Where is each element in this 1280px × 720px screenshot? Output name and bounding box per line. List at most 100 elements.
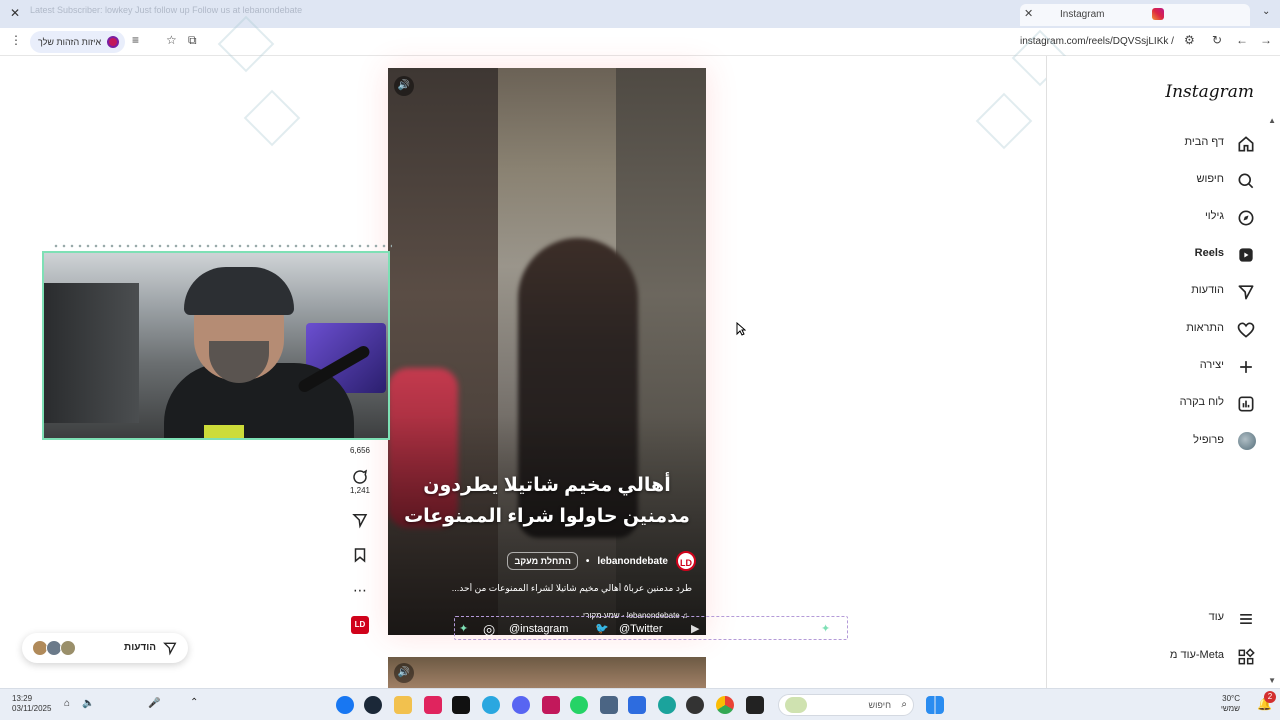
facebook-icon[interactable]	[336, 696, 354, 714]
sidebar-item-label: דף הבית	[1184, 136, 1224, 148]
network-icon[interactable]: ⌂	[64, 698, 70, 709]
sidebar-item-label: התראות	[1186, 322, 1224, 334]
plus-icon	[1240, 361, 1252, 373]
streamer-cap	[184, 267, 294, 315]
browser-tab-bar: ✕ Latest Subscriber: lowkey Just follow …	[0, 0, 1280, 28]
sidebar-item-label: יצירה	[1199, 359, 1224, 371]
forward-icon[interactable]: →	[1260, 33, 1272, 47]
extensions-icon[interactable]: ≡	[132, 33, 139, 47]
sidebar-item-dashboard[interactable]: לוח בקרה	[1066, 392, 1256, 416]
chevron-down-icon[interactable]: ⌄	[1262, 6, 1270, 17]
identity-label: איזות הזהות שלך	[38, 37, 102, 47]
tiktok-icon[interactable]	[452, 696, 470, 714]
chrome-icon[interactable]	[716, 696, 734, 714]
save-button[interactable]	[348, 546, 372, 564]
more-vert-icon[interactable]: ⋮	[10, 33, 22, 47]
send-icon	[352, 514, 368, 529]
install-app-icon[interactable]: ⧉	[188, 33, 197, 48]
sidebar-item-label: עוד מ-Meta	[1169, 649, 1224, 661]
close-window-icon[interactable]: ✕	[10, 6, 20, 20]
notification-count: 2	[1264, 691, 1276, 703]
instagram-favicon-icon	[1152, 8, 1164, 20]
app-icon[interactable]	[542, 696, 560, 714]
identity-pill[interactable]: איזות הזהות שלך	[30, 31, 126, 53]
windows-start-icon[interactable]	[926, 696, 944, 714]
close-tab-icon[interactable]: ✕	[1024, 7, 1033, 20]
streamer-webcam	[42, 251, 390, 440]
bookmark-icon	[354, 548, 366, 563]
weather-widget[interactable]: 30°C שמשי	[1221, 694, 1240, 714]
file-explorer-icon[interactable]	[394, 696, 412, 714]
follow-button[interactable]: התחלת מעקב	[507, 552, 578, 570]
reel-description[interactable]: طرد مدمنين عربا٥ أهالي مخيم شاتيلا لشراء…	[402, 583, 692, 594]
volume-icon[interactable]: 🔈	[82, 698, 94, 709]
taskbar-search[interactable]: חיפוש ⌕	[778, 694, 914, 716]
search-icon	[1238, 173, 1254, 189]
send-icon	[163, 642, 177, 656]
reel-author-row: LD lebanondebate • התחלת מעקב	[507, 550, 696, 572]
author-avatar[interactable]: LD	[676, 551, 696, 571]
sidebar-item-label: גילוי	[1204, 210, 1224, 222]
search-icon: ⌕	[901, 699, 907, 710]
overlay-dots-decoration	[52, 244, 392, 248]
sparkle-icon: ✦	[821, 623, 831, 635]
discord-icon[interactable]	[512, 696, 530, 714]
app-icon[interactable]	[686, 696, 704, 714]
sidebar-item-more[interactable]: עוד	[1066, 607, 1256, 631]
calculator-icon[interactable]	[600, 696, 618, 714]
taskbar-search-label: חיפוש	[868, 700, 891, 710]
sidebar-item-search[interactable]: חיפוש	[1066, 169, 1256, 193]
microphone-icon[interactable]: 🎤	[148, 698, 160, 709]
sidebar-item-label: פרופיל	[1193, 434, 1224, 446]
clock-time: 13:29	[12, 694, 33, 703]
video-caption: أهالي مخيم شاتيلا يطردون مدمنين حاولوا ش…	[398, 470, 696, 532]
sidebar-item-explore[interactable]: גילוי	[1066, 206, 1256, 230]
star-icon[interactable]: ☆	[166, 33, 177, 47]
mute-toggle-icon[interactable]: 🔊	[394, 76, 414, 96]
author-username[interactable]: lebanondebate	[597, 556, 668, 567]
clock-date: 03/11/2025	[12, 704, 52, 713]
tiktok-red-icon[interactable]	[424, 696, 442, 714]
instagram-logo[interactable]: Instagram	[1165, 82, 1254, 102]
sidebar-item-profile[interactable]: פרופיל	[1066, 430, 1256, 454]
tab-instagram[interactable]: ✕ Instagram	[1020, 4, 1250, 26]
comment-button[interactable]: 1,241	[348, 468, 372, 495]
system-clock[interactable]: 13:29 03/11/2025	[12, 694, 51, 714]
messages-pill[interactable]: הודעות	[22, 633, 188, 663]
heart-icon	[1237, 322, 1255, 338]
more-options-button[interactable]: ⋯	[348, 582, 372, 599]
sidebar-item-messages[interactable]: הודעות	[1066, 280, 1256, 304]
app-icon[interactable]	[746, 696, 764, 714]
overlay-diamond-decoration	[975, 92, 1033, 150]
whatsapp-icon[interactable]	[570, 696, 588, 714]
audio-source-badge[interactable]: LD	[351, 616, 369, 634]
scroll-up-arrow-icon[interactable]: ▲	[1268, 116, 1276, 125]
sidebar-item-label: עוד	[1208, 611, 1224, 623]
reload-icon[interactable]: ↻	[1212, 33, 1222, 47]
profile-dot-icon	[107, 36, 120, 48]
mute-toggle-icon[interactable]: 🔊	[394, 663, 414, 683]
scroll-down-arrow-icon[interactable]: ▼	[1268, 676, 1276, 685]
steam-icon[interactable]	[364, 696, 382, 714]
sidebar-item-create[interactable]: יצירה	[1066, 355, 1256, 379]
sidebar-item-reels[interactable]: Reels	[1066, 243, 1256, 267]
sidebar-item-notifications[interactable]: התראות	[1066, 318, 1256, 342]
sparkle-icon: ✦	[459, 623, 469, 635]
tray-chevron-icon[interactable]: ⌃	[190, 697, 198, 708]
edge-icon[interactable]	[658, 696, 676, 714]
app-icon[interactable]	[482, 696, 500, 714]
back-icon[interactable]: ←	[1236, 33, 1248, 47]
sidebar-item-meta[interactable]: עוד מ-Meta	[1066, 645, 1256, 669]
shirt-logo	[204, 425, 244, 438]
message-avatars	[32, 640, 82, 656]
windows-taskbar: 13:29 03/11/2025 ⌂ 🔈 🎤 ⌃ חיפוש ⌕ 30°C שמ…	[0, 688, 1280, 720]
grid-icon	[1238, 648, 1255, 665]
youtube-icon: ▶	[691, 623, 700, 635]
app-icon[interactable]	[628, 696, 646, 714]
site-settings-icon[interactable]: ⚙	[1184, 33, 1195, 47]
next-reel-preview[interactable]: 🔊	[388, 657, 706, 688]
sidebar-item-home[interactable]: דף הבית	[1066, 132, 1256, 156]
share-button[interactable]	[348, 511, 372, 529]
compass-icon	[1238, 210, 1254, 226]
reel-video[interactable]: 🔊 أهالي مخيم شاتيلا يطردون مدمنين حاولوا…	[388, 68, 706, 635]
